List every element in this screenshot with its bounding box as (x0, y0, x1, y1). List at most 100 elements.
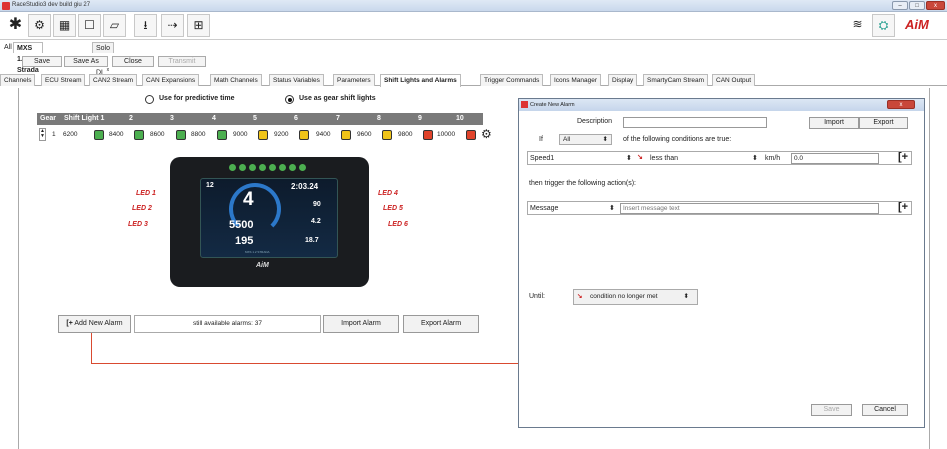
tab-math-channels[interactable]: Math Channels (210, 74, 262, 86)
action-type[interactable]: Message (530, 205, 558, 212)
device-tab-active[interactable]: MXS 1.2 Strada x (13, 42, 43, 84)
dialog-title: Create New Alarm (530, 102, 575, 108)
shift-led-6[interactable] (299, 130, 309, 140)
shift-value-3[interactable]: 8600 (150, 131, 164, 138)
until-select[interactable]: ↘ condition no longer met ⬍ (573, 289, 698, 305)
until-label: Until: (529, 293, 545, 300)
calculator-icon[interactable]: ⊞ (187, 14, 210, 37)
shift-value-1[interactable]: 6200 (63, 131, 77, 138)
dialog-cancel-button[interactable]: Cancel (862, 404, 908, 416)
dialog-close-icon[interactable]: x (887, 100, 915, 109)
if-label: If (539, 136, 543, 143)
add-new-alarm-button[interactable]: [+ Add New Alarm (58, 315, 131, 333)
condition-icon: ↘ (577, 293, 583, 300)
shift-led-1[interactable] (94, 130, 104, 140)
shift-value-2[interactable]: 8400 (109, 131, 123, 138)
shift-led-4[interactable] (217, 130, 227, 140)
tab-smartycam-stream[interactable]: SmartyCam Stream (643, 74, 709, 86)
import-alarm-button[interactable]: Import Alarm (323, 315, 399, 333)
condition-value-input[interactable]: 0.0 (791, 153, 879, 164)
window-titlebar: RaceStudio3 dev build giu 27 – □ x (0, 0, 947, 12)
shift-led-9[interactable] (423, 130, 433, 140)
chevron-updown-icon[interactable]: ⬍ (609, 204, 615, 212)
download-icon[interactable]: ⭳ (134, 14, 157, 37)
dash-brand: AiM (256, 262, 269, 269)
car-icon[interactable]: ▱ (103, 14, 126, 37)
tab-display[interactable]: Display (608, 74, 638, 86)
shift-value-8[interactable]: 9600 (357, 131, 371, 138)
condition-row: Speed1 ⬍ ↘ less than ⬍ km/h 0.0 [+ (527, 151, 912, 165)
shift-led-3[interactable] (176, 130, 186, 140)
wifi-icon[interactable]: ≋ (846, 14, 869, 37)
tab-can-expansions[interactable]: CAN Expansions (142, 74, 200, 86)
network-icon[interactable]: ⛭ (872, 14, 895, 37)
header-shift-1: Shift Light 1 (64, 115, 105, 122)
condition-operator[interactable]: less than (650, 155, 678, 162)
shift-table-row: ▲ ▼ 1 6200 8400 8600 8800 9000 9200 9400 … (37, 127, 492, 142)
led-2-label: LED 2 (132, 205, 152, 212)
dialog-titlebar: Create New Alarm x (519, 99, 924, 111)
header-shift-8: 8 (377, 115, 381, 122)
shift-value-9[interactable]: 9800 (398, 131, 412, 138)
track-icon[interactable]: ☐ (78, 14, 101, 37)
settings-icon[interactable]: ✱ (4, 14, 27, 37)
shift-value-4[interactable]: 8800 (191, 131, 205, 138)
dash-volt: 18.7 (305, 237, 319, 244)
tab-shift-lights-and-alarms[interactable]: Shift Lights and Alarms (380, 74, 461, 87)
dialog-import-button[interactable]: Import (809, 117, 859, 129)
dash-page-label: MXS 1.2 STRADA (245, 250, 270, 254)
add-icon: [+ (66, 320, 73, 327)
tab-ecu-stream[interactable]: ECU Stream (41, 74, 86, 86)
maximize-button[interactable]: □ (909, 1, 925, 10)
close-button[interactable]: Close (112, 56, 154, 67)
description-label: Description (577, 118, 613, 125)
tab-parameters[interactable]: Parameters (333, 74, 375, 86)
description-input[interactable] (623, 117, 767, 128)
shift-led-5[interactable] (258, 130, 268, 140)
transmit-button[interactable]: Transmit (158, 56, 206, 67)
chevron-updown-icon[interactable]: ⬍ (752, 154, 758, 162)
header-shift-4: 4 (212, 115, 216, 122)
close-tab-icon[interactable]: x (107, 67, 110, 73)
shift-value-7[interactable]: 9400 (316, 131, 330, 138)
condition-channel[interactable]: Speed1 (530, 155, 554, 162)
shift-value-6[interactable]: 9200 (274, 131, 288, 138)
chevron-updown-icon[interactable]: ⬍ (626, 154, 632, 162)
gear-settings-icon[interactable]: ⚙ (481, 127, 492, 141)
transmit-icon[interactable]: ⇢ (161, 14, 184, 37)
tab-can-output[interactable]: CAN Output (712, 74, 756, 86)
save-as-button[interactable]: Save As (64, 56, 108, 67)
dialog-save-button[interactable]: Save (811, 404, 852, 416)
shift-value-5[interactable]: 9000 (233, 131, 247, 138)
add-condition-icon[interactable]: [+ (896, 151, 910, 165)
add-new-alarm-label: Add New Alarm (74, 320, 123, 327)
shift-led-7[interactable] (341, 130, 351, 140)
close-window-button[interactable]: x (926, 1, 945, 10)
gear-stepper[interactable]: ▲ ▼ (39, 128, 46, 141)
then-label: then trigger the following action(s): (529, 180, 636, 187)
shift-led-2[interactable] (134, 130, 144, 140)
tab-status-variables[interactable]: Status Variables (269, 74, 324, 86)
dashboard-icon[interactable]: ▦ (53, 14, 76, 37)
tab-trigger-commands[interactable]: Trigger Commands (480, 74, 544, 86)
predictive-time-radio[interactable] (145, 95, 154, 104)
add-action-icon[interactable]: [+ (896, 201, 910, 215)
gear-shift-radio[interactable] (285, 95, 294, 104)
device-tab-solo[interactable]: Solo 2 DL x (92, 42, 115, 76)
dialog-export-button[interactable]: Export (859, 117, 908, 129)
tab-can2-stream[interactable]: CAN2 Stream (89, 74, 138, 86)
shift-led-8[interactable] (382, 130, 392, 140)
message-text-input[interactable] (620, 203, 879, 214)
minimize-button[interactable]: – (892, 1, 908, 10)
save-button[interactable]: Save (22, 56, 62, 67)
shift-value-10[interactable]: 10000 (437, 131, 455, 138)
if-select[interactable]: All ⬍ (559, 134, 612, 145)
engine-icon[interactable]: ⚙ (28, 14, 51, 37)
until-select-value: condition no longer met (590, 293, 658, 300)
shift-led-10[interactable] (466, 130, 476, 140)
tab-icons-manager[interactable]: Icons Manager (550, 74, 601, 86)
connector-line (91, 333, 92, 363)
tab-channels[interactable]: Channels (0, 74, 36, 86)
export-alarm-button[interactable]: Export Alarm (403, 315, 479, 333)
header-shift-2: 2 (129, 115, 133, 122)
